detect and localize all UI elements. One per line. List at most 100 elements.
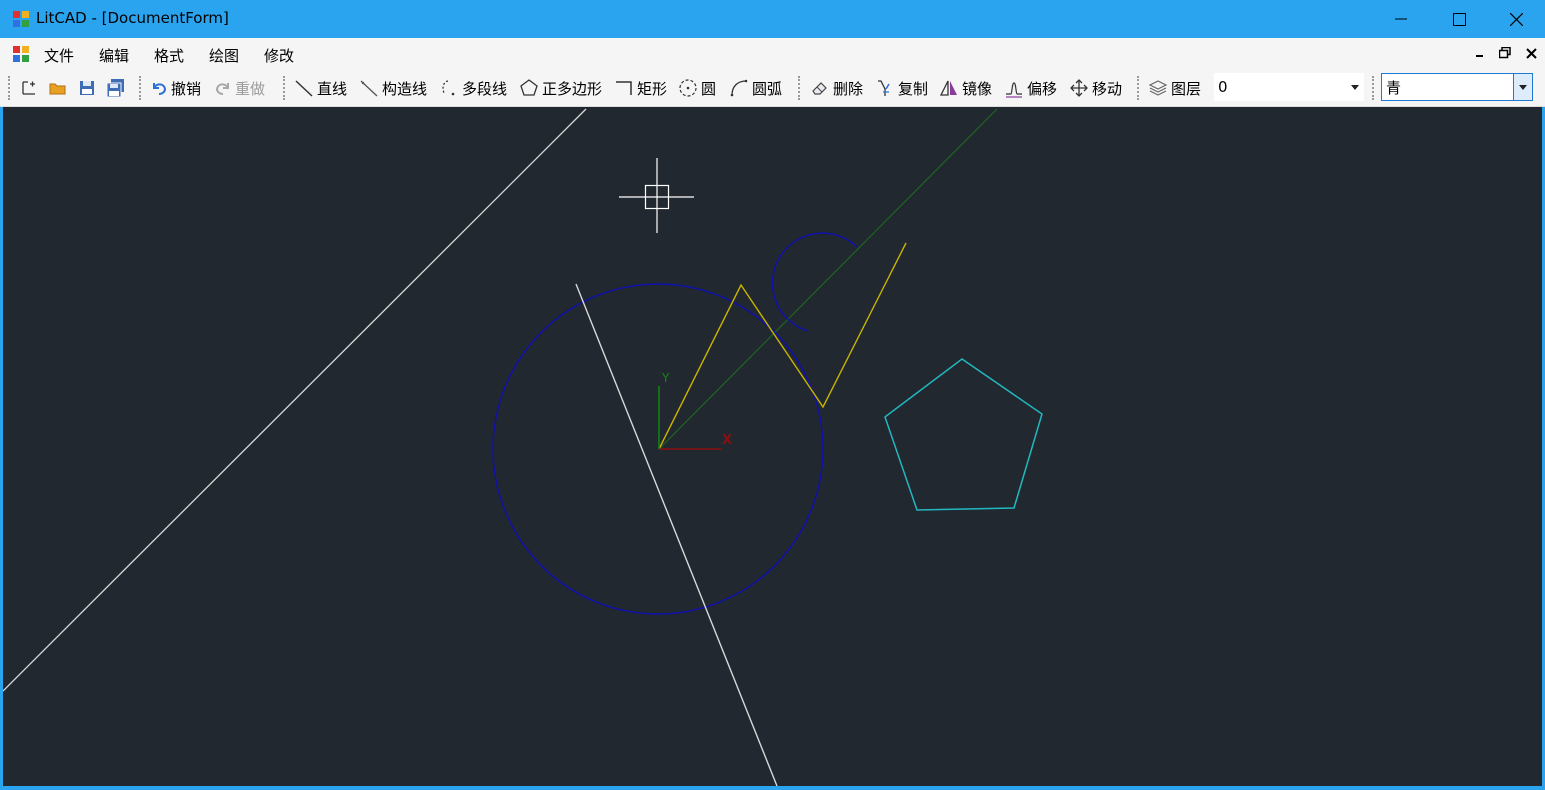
redo-label: 重做 [235, 79, 266, 98]
polyline-entity[interactable] [658, 242, 907, 450]
draw-construction-line-button[interactable]: 构造线 [359, 74, 427, 102]
draw-construction-line-label: 构造线 [382, 79, 428, 98]
mdi-close-button[interactable] [1522, 44, 1540, 62]
polyline-icon [442, 80, 455, 96]
toolbar-grip[interactable] [283, 76, 287, 100]
eraser-icon [812, 82, 827, 95]
menu-draw[interactable]: 绘图 [209, 45, 239, 66]
rectangle-icon [616, 81, 632, 95]
construction-line-icon [360, 80, 378, 97]
close-icon [1509, 12, 1523, 26]
undo-icon [153, 83, 167, 95]
arc-entity[interactable] [771, 232, 858, 332]
layer-select[interactable]: 0 [1214, 73, 1364, 101]
draw-arc-button[interactable]: 圆弧 [729, 74, 782, 102]
offset-button[interactable]: 偏移 [1004, 74, 1057, 102]
draw-polygon-label: 正多边形 [542, 79, 603, 98]
mirror-icon [939, 80, 957, 96]
color-select-dropdown[interactable] [1513, 74, 1532, 100]
minimize-icon [1395, 18, 1407, 20]
mdi-restore-icon [1499, 47, 1511, 59]
construction-line-white[interactable] [3, 108, 587, 692]
mirror-button[interactable]: 镜像 [939, 74, 992, 102]
document-icon[interactable] [12, 45, 30, 63]
layer-select-dropdown[interactable] [1346, 73, 1364, 101]
copy-icon [878, 80, 890, 96]
mdi-restore-button[interactable] [1496, 44, 1514, 62]
save-all-button[interactable] [106, 74, 126, 102]
mdi-close-icon [1525, 47, 1537, 59]
draw-circle-label: 圆 [701, 79, 717, 98]
layers-icon [1148, 80, 1168, 96]
menu-file[interactable]: 文件 [44, 45, 74, 66]
pentagon-entity[interactable] [884, 358, 1043, 511]
offset-icon [1006, 82, 1022, 98]
color-select[interactable]: 青 [1381, 73, 1533, 101]
mdi-minimize-button[interactable] [1471, 44, 1489, 62]
toolbar-grip[interactable] [798, 76, 802, 100]
open-folder-icon [49, 83, 66, 95]
redo-icon [215, 83, 229, 95]
save-all-icon [106, 79, 124, 98]
draw-rectangle-label: 矩形 [637, 79, 668, 98]
menu-edit[interactable]: 编辑 [99, 45, 129, 66]
move-icon [1070, 79, 1088, 97]
x-axis-label: X [722, 433, 732, 448]
menu-modify[interactable]: 修改 [264, 45, 294, 66]
draw-polygon-button[interactable]: 正多边形 [519, 74, 602, 102]
layers-button[interactable]: 图层 [1148, 74, 1201, 102]
move-label: 移动 [1092, 79, 1123, 98]
draw-polyline-label: 多段线 [462, 79, 508, 98]
open-button[interactable] [49, 74, 67, 102]
draw-line-label: 直线 [317, 79, 348, 98]
circle-icon [679, 79, 697, 97]
toolbar-grip[interactable] [1372, 76, 1376, 100]
draw-line-button[interactable]: 直线 [294, 74, 347, 102]
polygon-icon [520, 79, 538, 96]
draw-circle-button[interactable]: 圆 [678, 74, 716, 102]
window-title: LitCAD - [DocumentForm] [36, 9, 229, 27]
minimize-button[interactable] [1372, 0, 1430, 38]
drawing-surface[interactable]: X Y [3, 107, 1542, 786]
line-entity[interactable] [575, 283, 778, 786]
save-button[interactable] [78, 74, 96, 102]
close-button[interactable] [1487, 0, 1545, 38]
draw-arc-label: 圆弧 [752, 79, 783, 98]
arc-icon [730, 79, 748, 97]
drawing-canvas[interactable]: X Y [3, 107, 1542, 786]
layers-label: 图层 [1171, 79, 1202, 98]
menu-bar: 文件 编辑 格式 绘图 修改 [0, 38, 1545, 70]
toolbar-grip[interactable] [8, 76, 12, 100]
mdi-minimize-icon [1476, 55, 1483, 57]
delete-button[interactable]: 删除 [810, 74, 863, 102]
y-axis-label: Y [661, 371, 670, 385]
delete-label: 删除 [833, 79, 864, 98]
maximize-button[interactable] [1430, 0, 1488, 38]
title-bar: LitCAD - [DocumentForm] [0, 0, 1545, 38]
window-frame-bottom [0, 786, 1545, 790]
toolbar-grip[interactable] [139, 76, 143, 100]
menu-format[interactable]: 格式 [154, 45, 184, 66]
save-icon [80, 81, 94, 95]
offset-label: 偏移 [1027, 79, 1058, 98]
color-select-value: 青 [1386, 78, 1402, 97]
layer-select-value: 0 [1218, 78, 1228, 96]
copy-button[interactable]: 复制 [875, 74, 928, 102]
new-button[interactable] [20, 74, 38, 102]
new-icon [22, 81, 35, 95]
chevron-down-icon [1351, 84, 1359, 90]
copy-label: 复制 [898, 79, 929, 98]
maximize-icon [1452, 12, 1466, 26]
window-frame-left [0, 107, 3, 790]
undo-label: 撤销 [171, 79, 202, 98]
draw-rectangle-button[interactable]: 矩形 [614, 74, 667, 102]
move-button[interactable]: 移动 [1069, 74, 1122, 102]
chevron-down-icon [1519, 84, 1527, 90]
redo-button[interactable]: 重做 [214, 74, 265, 102]
toolbar-grip[interactable] [1137, 76, 1141, 100]
undo-button[interactable]: 撤销 [150, 74, 201, 102]
mirror-label: 镜像 [962, 79, 993, 98]
draw-polyline-button[interactable]: 多段线 [439, 74, 507, 102]
line-icon [295, 80, 313, 97]
app-icon [13, 11, 29, 27]
